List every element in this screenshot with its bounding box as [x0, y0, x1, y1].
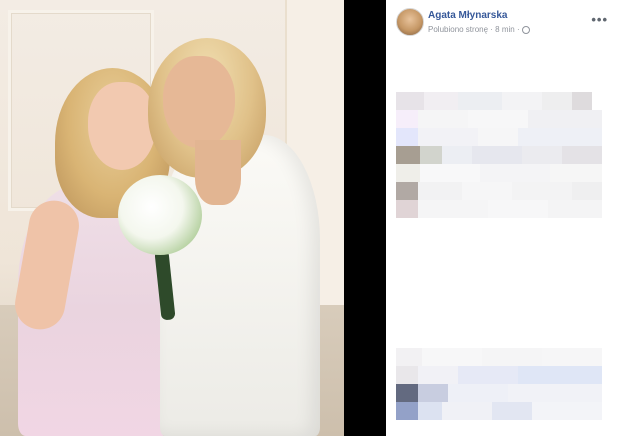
blurred-caption-line [396, 182, 602, 200]
right-figure-face [163, 56, 235, 148]
post-meta-text: Polubiono stronę · 8 min · [428, 25, 520, 34]
post-meta: Polubiono stronę · 8 min · [428, 25, 530, 34]
post-panel: Agata Młynarska Polubiono stronę · 8 min… [386, 0, 620, 436]
blurred-caption-line [396, 110, 602, 128]
blurred-caption-line [396, 164, 602, 182]
viewer-divider [344, 0, 386, 436]
profile-avatar-icon[interactable] [396, 8, 424, 36]
more-options-button[interactable]: ••• [591, 12, 608, 27]
blurred-caption-line [396, 384, 602, 402]
blurred-caption-line [396, 366, 602, 384]
left-figure-face [88, 82, 156, 170]
post-photo[interactable] [0, 0, 344, 436]
globe-icon [521, 25, 530, 34]
blurred-caption-line [396, 402, 602, 420]
post-header: Agata Młynarska Polubiono stronę · 8 min… [386, 0, 620, 48]
author-name[interactable]: Agata Młynarska [428, 10, 507, 21]
blurred-caption-line [396, 92, 602, 110]
right-figure-neck [195, 140, 241, 205]
blurred-caption-line [396, 348, 602, 366]
blurred-caption-line [396, 146, 602, 164]
blurred-caption-line [396, 128, 602, 146]
white-bouquet [118, 175, 202, 255]
facebook-post-viewer: Agata Młynarska Polubiono stronę · 8 min… [0, 0, 620, 436]
blurred-caption-line [396, 200, 602, 218]
